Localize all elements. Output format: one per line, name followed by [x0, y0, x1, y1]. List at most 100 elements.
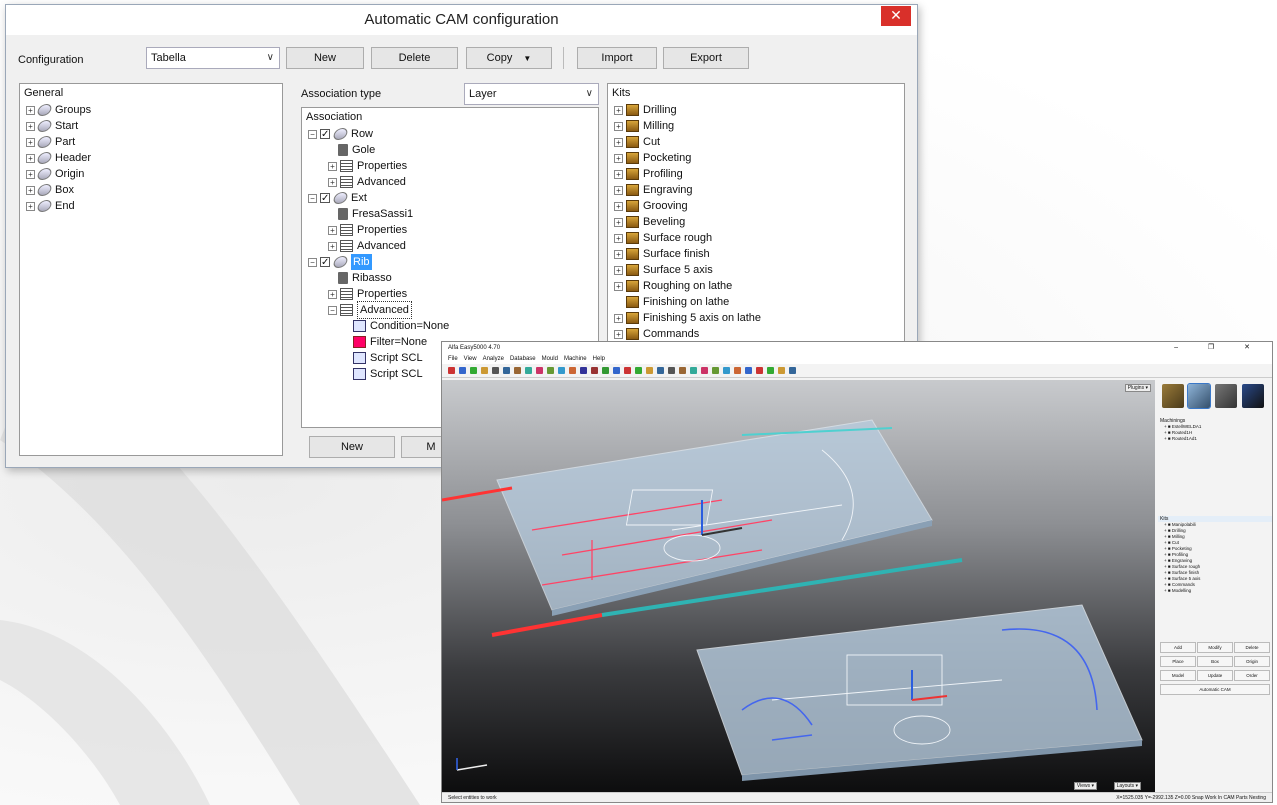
- copy-config-button[interactable]: Copy ▼: [466, 47, 552, 69]
- kit-item[interactable]: + Profiling: [614, 166, 904, 182]
- toolbar-icon[interactable]: [657, 367, 664, 374]
- toolbar-icon[interactable]: [679, 367, 686, 374]
- kit-item[interactable]: + Drilling: [614, 102, 904, 118]
- toolbar-icon[interactable]: [789, 367, 796, 374]
- tree-row-advanced[interactable]: + Advanced: [308, 174, 598, 190]
- export-button[interactable]: Export: [663, 47, 749, 69]
- toolbar-icon[interactable]: [613, 367, 620, 374]
- kit-item[interactable]: + Milling: [614, 118, 904, 134]
- kit-item[interactable]: + Pocketing: [614, 150, 904, 166]
- tree-row[interactable]: −Row: [308, 126, 598, 143]
- toolbar-icon[interactable]: [503, 367, 510, 374]
- tree-condition[interactable]: Condition=None: [308, 318, 598, 334]
- toolbar-icon[interactable]: [624, 367, 631, 374]
- tree-ext[interactable]: −Ext: [308, 190, 598, 207]
- toolbar-icon[interactable]: [756, 367, 763, 374]
- toolbar-icon[interactable]: [569, 367, 576, 374]
- toolbar-icon[interactable]: [646, 367, 653, 374]
- toolbar-icon[interactable]: [767, 367, 774, 374]
- kit-item[interactable]: + Commands: [614, 326, 904, 342]
- part-icon[interactable]: [1187, 383, 1211, 409]
- general-item[interactable]: + Header: [26, 150, 282, 166]
- machining-item[interactable]: + ■ Routed1Ad1: [1164, 436, 1272, 442]
- toolbar-icon[interactable]: [492, 367, 499, 374]
- menu-item[interactable]: Machine: [564, 356, 587, 362]
- general-item[interactable]: + Box: [26, 182, 282, 198]
- 3d-viewport[interactable]: Plugins ▾ Views ▾ Layouts ▾: [442, 380, 1155, 794]
- plugins-dropdown[interactable]: Plugins ▾: [1124, 384, 1151, 392]
- kit-item[interactable]: + Surface rough: [614, 230, 904, 246]
- tool-icon[interactable]: [1162, 384, 1184, 408]
- tree-ext-properties[interactable]: + Properties: [308, 222, 598, 238]
- toolbar-icon[interactable]: [580, 367, 587, 374]
- association-type-select[interactable]: Layer ∨: [464, 83, 599, 105]
- toolbar-icon[interactable]: [481, 367, 488, 374]
- kit-item[interactable]: + Grooving: [614, 198, 904, 214]
- delete-button[interactable]: Delete: [1234, 642, 1270, 653]
- toolbar-icon[interactable]: [778, 367, 785, 374]
- toolbar-icon[interactable]: [723, 367, 730, 374]
- order-button[interactable]: Order: [1234, 670, 1270, 681]
- automatic-cam-button[interactable]: Automatic CAM: [1160, 684, 1270, 695]
- menu-item[interactable]: File: [448, 356, 458, 362]
- toolbar-icon[interactable]: [558, 367, 565, 374]
- tree-rib-properties[interactable]: + Properties: [308, 286, 598, 302]
- menu-item[interactable]: Help: [593, 356, 605, 362]
- views-dropdown[interactable]: Views ▾: [1073, 782, 1097, 790]
- layouts-dropdown[interactable]: Layouts ▾: [1113, 782, 1141, 790]
- toolbar-icon[interactable]: [514, 367, 521, 374]
- tree-rib-tool[interactable]: Ribasso: [308, 270, 598, 286]
- toolbar-icon[interactable]: [734, 367, 741, 374]
- toolbar-icon[interactable]: [745, 367, 752, 374]
- kit-item[interactable]: + Roughing on lathe: [614, 278, 904, 294]
- kit-item[interactable]: Finishing on lathe: [614, 294, 904, 310]
- toolbar-icon[interactable]: [591, 367, 598, 374]
- kit-item[interactable]: + Surface finish: [614, 246, 904, 262]
- kit-item[interactable]: + Engraving: [614, 182, 904, 198]
- toolbar-icon[interactable]: [459, 367, 466, 374]
- new-config-button[interactable]: New: [286, 47, 364, 69]
- toolbar-icon[interactable]: [470, 367, 477, 374]
- delete-config-button[interactable]: Delete: [371, 47, 458, 69]
- toolbar-icon[interactable]: [701, 367, 708, 374]
- menu-item[interactable]: Mould: [542, 356, 558, 362]
- tree-row-properties[interactable]: + Properties: [308, 158, 598, 174]
- tree-rib[interactable]: −Rib: [308, 254, 598, 271]
- menu-item[interactable]: Analyze: [483, 356, 504, 362]
- block-icon[interactable]: [1215, 384, 1237, 408]
- menu-item[interactable]: View: [464, 356, 477, 362]
- window-controls[interactable]: – ❐ ✕: [1174, 342, 1264, 354]
- association-new-button[interactable]: New: [309, 436, 395, 458]
- menu-item[interactable]: Database: [510, 356, 536, 362]
- kit-item[interactable]: + Finishing 5 axis on lathe: [614, 310, 904, 326]
- machine-icon[interactable]: [1242, 384, 1264, 408]
- toolbar-icon[interactable]: [536, 367, 543, 374]
- tree-ext-advanced[interactable]: + Advanced: [308, 238, 598, 254]
- import-button[interactable]: Import: [577, 47, 657, 69]
- origin-button[interactable]: Origin: [1234, 656, 1270, 667]
- close-button[interactable]: ✕: [881, 6, 911, 26]
- configuration-select[interactable]: Tabella ∨: [146, 47, 280, 69]
- kit-item[interactable]: + Cut: [614, 134, 904, 150]
- add-button[interactable]: Add: [1160, 642, 1196, 653]
- general-item[interactable]: + Part: [26, 134, 282, 150]
- toolbar-icon[interactable]: [690, 367, 697, 374]
- toolbar-icon[interactable]: [602, 367, 609, 374]
- tree-rib-advanced[interactable]: − Advanced: [308, 301, 598, 319]
- general-item[interactable]: + Origin: [26, 166, 282, 182]
- general-item[interactable]: + Groups: [26, 102, 282, 118]
- toolbar-icon[interactable]: [668, 367, 675, 374]
- side-kit-item[interactable]: + ■ Modelling: [1164, 588, 1272, 594]
- modify-button[interactable]: Modify: [1197, 642, 1233, 653]
- toolbar-icon[interactable]: [547, 367, 554, 374]
- place-button[interactable]: Place: [1160, 656, 1196, 667]
- update-button[interactable]: Update: [1197, 670, 1233, 681]
- box-button[interactable]: Box: [1197, 656, 1233, 667]
- kit-item[interactable]: + Beveling: [614, 214, 904, 230]
- tree-row-tool[interactable]: Gole: [308, 142, 598, 158]
- toolbar-icon[interactable]: [525, 367, 532, 374]
- toolbar-icon[interactable]: [448, 367, 455, 374]
- model-button[interactable]: Model: [1160, 670, 1196, 681]
- general-item[interactable]: + End: [26, 198, 282, 214]
- general-item[interactable]: + Start: [26, 118, 282, 134]
